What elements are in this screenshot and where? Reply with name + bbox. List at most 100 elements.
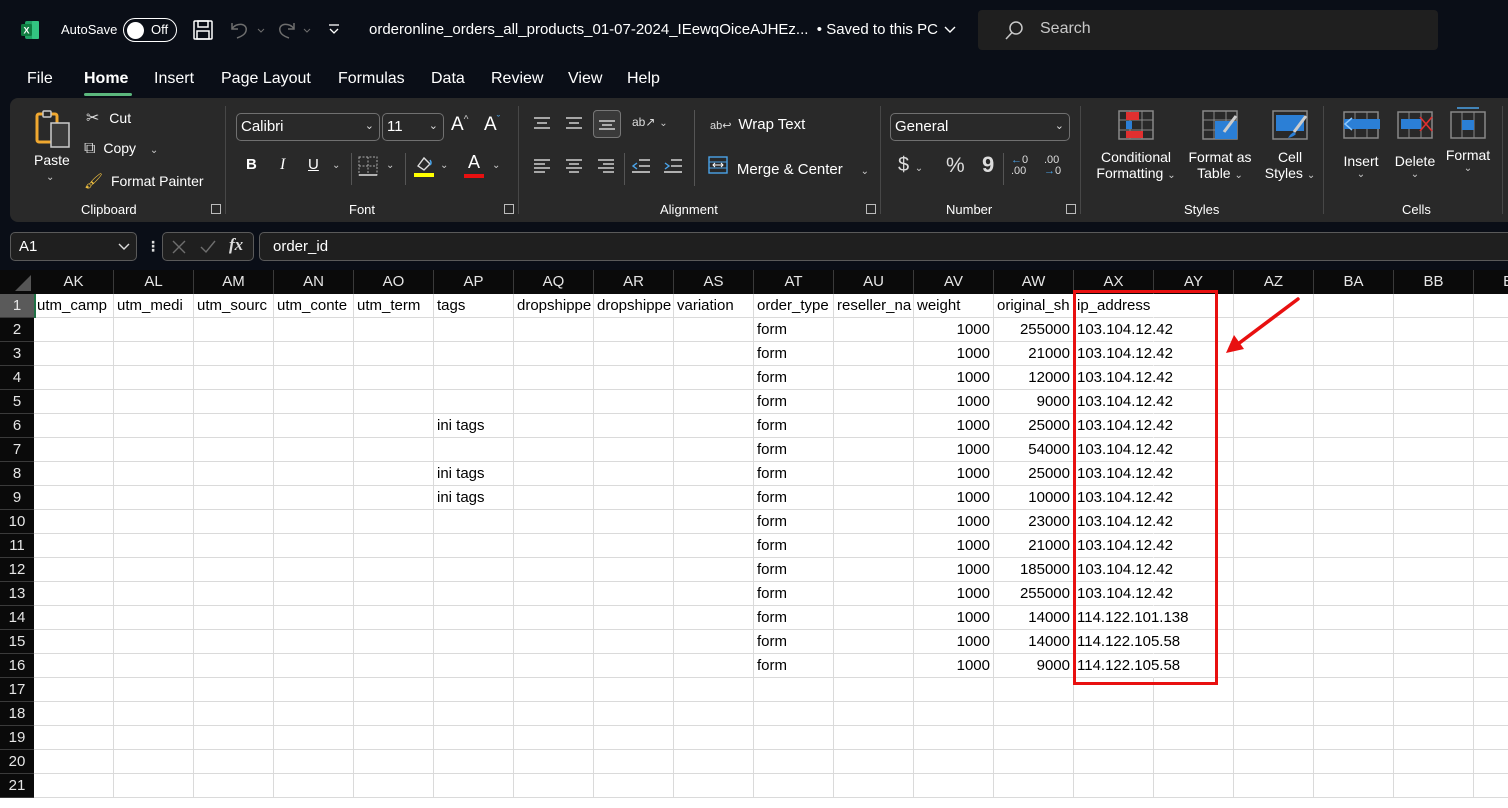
cell-ap16[interactable] xyxy=(434,654,514,678)
cell-ba9[interactable] xyxy=(1314,486,1394,510)
cell-ap7[interactable] xyxy=(434,438,514,462)
cell-ax18[interactable] xyxy=(1074,702,1154,726)
cell-bc15[interactable] xyxy=(1474,630,1508,654)
cell-am16[interactable] xyxy=(194,654,274,678)
cell-bb17[interactable] xyxy=(1394,678,1474,702)
cell-at14[interactable]: form xyxy=(754,606,834,630)
redo-icon[interactable] xyxy=(276,19,316,41)
cell-av11[interactable]: 1000 xyxy=(914,534,994,558)
cell-at21[interactable] xyxy=(754,774,834,798)
borders-options-chevron[interactable]: ⌄ xyxy=(386,160,394,171)
cell-at13[interactable]: form xyxy=(754,582,834,606)
cell-ar17[interactable] xyxy=(594,678,674,702)
cell-au7[interactable] xyxy=(834,438,914,462)
cell-ay17[interactable] xyxy=(1154,678,1234,702)
cell-ao7[interactable] xyxy=(354,438,434,462)
cell-au13[interactable] xyxy=(834,582,914,606)
cell-ay19[interactable] xyxy=(1154,726,1234,750)
cell-az5[interactable] xyxy=(1234,390,1314,414)
cell-as14[interactable] xyxy=(674,606,754,630)
cell-an2[interactable] xyxy=(274,318,354,342)
cell-bc3[interactable] xyxy=(1474,342,1508,366)
cell-bb11[interactable] xyxy=(1394,534,1474,558)
document-title[interactable]: orderonline_orders_all_products_01-07-20… xyxy=(369,21,956,38)
cell-ax5[interactable]: 103.104.12.42 xyxy=(1074,390,1173,414)
cell-ba7[interactable] xyxy=(1314,438,1394,462)
cell-at8[interactable]: form xyxy=(754,462,834,486)
row-header-9[interactable]: 9 xyxy=(0,486,34,510)
cell-bb5[interactable] xyxy=(1394,390,1474,414)
cell-av5[interactable]: 1000 xyxy=(914,390,994,414)
cell-ba16[interactable] xyxy=(1314,654,1394,678)
cell-ax16[interactable]: 114.122.105.58 xyxy=(1074,654,1180,678)
cell-bc5[interactable] xyxy=(1474,390,1508,414)
cell-bb6[interactable] xyxy=(1394,414,1474,438)
cancel-icon[interactable] xyxy=(171,239,187,255)
cell-ar9[interactable] xyxy=(594,486,674,510)
cell-ar6[interactable] xyxy=(594,414,674,438)
cell-bb12[interactable] xyxy=(1394,558,1474,582)
cell-ak19[interactable] xyxy=(34,726,114,750)
cell-bb14[interactable] xyxy=(1394,606,1474,630)
cell-am18[interactable] xyxy=(194,702,274,726)
cut-button[interactable]: ✂ Cut xyxy=(86,108,131,128)
cell-ao9[interactable] xyxy=(354,486,434,510)
cell-ap2[interactable] xyxy=(434,318,514,342)
cell-ax3[interactable]: 103.104.12.42 xyxy=(1074,342,1173,366)
cell-an8[interactable] xyxy=(274,462,354,486)
cell-aw20[interactable] xyxy=(994,750,1074,774)
cell-an9[interactable] xyxy=(274,486,354,510)
tab-home[interactable]: Home xyxy=(84,70,128,88)
cell-at10[interactable]: form xyxy=(754,510,834,534)
cell-ba17[interactable] xyxy=(1314,678,1394,702)
cell-bb21[interactable] xyxy=(1394,774,1474,798)
cell-az6[interactable] xyxy=(1234,414,1314,438)
autosave-toggle[interactable]: Off xyxy=(123,18,177,42)
cell-az10[interactable] xyxy=(1234,510,1314,534)
cell-av17[interactable] xyxy=(914,678,994,702)
column-header-bc[interactable]: BC xyxy=(1474,270,1508,294)
cell-ax11[interactable]: 103.104.12.42 xyxy=(1074,534,1173,558)
currency-button[interactable]: $ ⌄ xyxy=(898,154,923,177)
cell-aw8[interactable]: 25000 xyxy=(994,462,1074,486)
cell-ak8[interactable] xyxy=(34,462,114,486)
row-header-16[interactable]: 16 xyxy=(0,654,34,678)
cell-aq10[interactable] xyxy=(514,510,594,534)
cell-bb16[interactable] xyxy=(1394,654,1474,678)
cell-bc8[interactable] xyxy=(1474,462,1508,486)
font-size-dropdown[interactable]: 11 ⌄ xyxy=(382,113,444,141)
cell-bc21[interactable] xyxy=(1474,774,1508,798)
cell-bb20[interactable] xyxy=(1394,750,1474,774)
cell-bc1[interactable] xyxy=(1474,294,1508,318)
cell-az20[interactable] xyxy=(1234,750,1314,774)
cell-av14[interactable]: 1000 xyxy=(914,606,994,630)
cell-ba4[interactable] xyxy=(1314,366,1394,390)
cell-bc6[interactable] xyxy=(1474,414,1508,438)
cell-as8[interactable] xyxy=(674,462,754,486)
row-header-20[interactable]: 20 xyxy=(0,750,34,774)
cell-ap9[interactable]: ini tags xyxy=(434,486,514,510)
italic-button[interactable]: I xyxy=(280,156,285,174)
cell-ak5[interactable] xyxy=(34,390,114,414)
cell-ar11[interactable] xyxy=(594,534,674,558)
cell-am6[interactable] xyxy=(194,414,274,438)
cell-al21[interactable] xyxy=(114,774,194,798)
cell-an1[interactable]: utm_conte xyxy=(274,294,354,318)
cell-al12[interactable] xyxy=(114,558,194,582)
cell-ba14[interactable] xyxy=(1314,606,1394,630)
cell-am5[interactable] xyxy=(194,390,274,414)
cell-aq18[interactable] xyxy=(514,702,594,726)
cell-ap6[interactable]: ini tags xyxy=(434,414,514,438)
cell-at4[interactable]: form xyxy=(754,366,834,390)
cell-ak14[interactable] xyxy=(34,606,114,630)
cell-aw21[interactable] xyxy=(994,774,1074,798)
cell-ak21[interactable] xyxy=(34,774,114,798)
format-cells-button[interactable]: Format ⌄ xyxy=(1444,106,1492,174)
cell-am7[interactable] xyxy=(194,438,274,462)
cell-as6[interactable] xyxy=(674,414,754,438)
row-header-12[interactable]: 12 xyxy=(0,558,34,582)
cell-as1[interactable]: variation xyxy=(674,294,754,318)
cell-al18[interactable] xyxy=(114,702,194,726)
save-icon[interactable] xyxy=(192,19,214,41)
cell-ba13[interactable] xyxy=(1314,582,1394,606)
